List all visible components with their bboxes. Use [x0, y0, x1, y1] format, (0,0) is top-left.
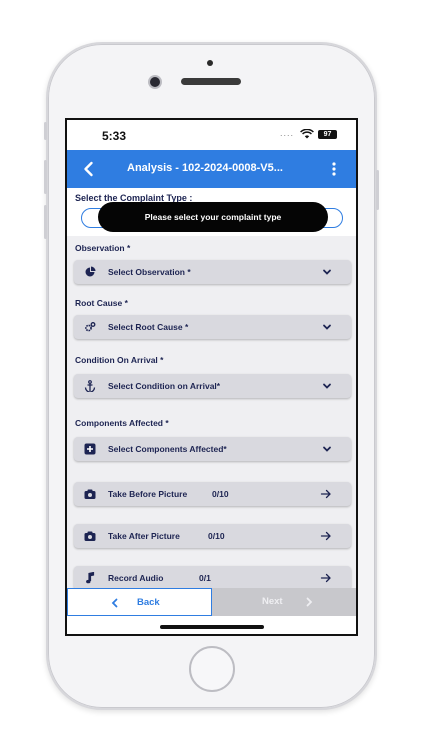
- gears-icon: [85, 322, 96, 332]
- back-button[interactable]: Back: [67, 588, 212, 616]
- earpiece-speaker: [181, 78, 241, 85]
- plus-square-icon: [84, 443, 96, 455]
- more-vert-icon[interactable]: [329, 160, 339, 178]
- next-button[interactable]: Next: [212, 588, 356, 616]
- next-button-label: Next: [262, 596, 283, 607]
- observation-label: Observation *: [75, 243, 131, 253]
- home-button[interactable]: [189, 646, 235, 692]
- chevron-down-icon: [323, 269, 331, 275]
- camera-icon: [84, 489, 96, 499]
- components-dropdown[interactable]: Select Components Affected*: [74, 437, 351, 461]
- record-audio-button[interactable]: Record Audio 0/1: [74, 566, 351, 590]
- root-cause-dropdown[interactable]: Select Root Cause *: [74, 315, 351, 339]
- condition-placeholder: Select Condition on Arrival*: [108, 381, 221, 391]
- screen: 5:33 .... 97 Analysis - 102-2024-0008-V5…: [65, 118, 358, 636]
- status-bar: 5:33 .... 97: [67, 120, 356, 150]
- chevron-down-icon: [323, 324, 331, 330]
- battery-icon: 97: [318, 130, 337, 139]
- camera-icon: [84, 531, 96, 541]
- after-picture-count: 0/10: [208, 531, 225, 541]
- condition-label: Condition On Arrival *: [75, 355, 164, 365]
- status-time: 5:33: [102, 129, 127, 143]
- back-button-label: Back: [137, 597, 160, 608]
- arrow-right-icon: [320, 573, 331, 583]
- chevron-down-icon: [323, 446, 331, 452]
- observation-placeholder: Select Observation *: [108, 267, 191, 277]
- chevron-left-icon: [111, 598, 118, 608]
- chevron-down-icon: [323, 383, 331, 389]
- arrow-right-icon: [320, 531, 331, 541]
- components-placeholder: Select Components Affected*: [108, 444, 227, 454]
- power-button: [376, 170, 379, 210]
- arrow-right-icon: [320, 489, 331, 499]
- components-label: Components Affected *: [75, 418, 169, 428]
- mute-switch: [44, 122, 47, 140]
- before-picture-label: Take Before Picture: [108, 489, 188, 499]
- record-audio-label: Record Audio: [108, 573, 164, 583]
- wifi-icon: [300, 129, 314, 139]
- before-picture-count: 0/10: [212, 489, 229, 499]
- chevron-right-icon: [306, 597, 313, 607]
- after-picture-button[interactable]: Take After Picture 0/10: [74, 524, 351, 548]
- root-cause-label: Root Cause *: [75, 298, 128, 308]
- front-camera: [150, 77, 160, 87]
- home-indicator[interactable]: [160, 625, 264, 629]
- complaint-type-section: Select the Complaint Type : Please selec…: [67, 188, 356, 236]
- before-picture-button[interactable]: Take Before Picture 0/10: [74, 482, 351, 506]
- proximity-sensor: [207, 60, 213, 66]
- bottom-nav-bar: Back Next: [67, 588, 356, 616]
- condition-dropdown[interactable]: Select Condition on Arrival*: [74, 374, 351, 398]
- page-title: Analysis - 102-2024-0008-V5...: [127, 162, 283, 174]
- root-cause-placeholder: Select Root Cause *: [108, 322, 189, 332]
- form-content: Select the Complaint Type : Please selec…: [67, 188, 356, 590]
- anchor-icon: [84, 380, 96, 392]
- toast-message: Please select your complaint type: [98, 202, 328, 232]
- after-picture-label: Take After Picture: [108, 531, 180, 541]
- signal-indicator: ....: [280, 128, 295, 138]
- observation-dropdown[interactable]: Select Observation *: [74, 260, 351, 284]
- record-audio-count: 0/1: [199, 573, 211, 583]
- back-arrow-icon[interactable]: [79, 159, 99, 179]
- volume-up-button: [44, 160, 47, 194]
- volume-down-button: [44, 205, 47, 239]
- music-note-icon: [86, 572, 95, 584]
- app-bar: Analysis - 102-2024-0008-V5...: [67, 150, 356, 188]
- pie-chart-icon: [85, 266, 96, 277]
